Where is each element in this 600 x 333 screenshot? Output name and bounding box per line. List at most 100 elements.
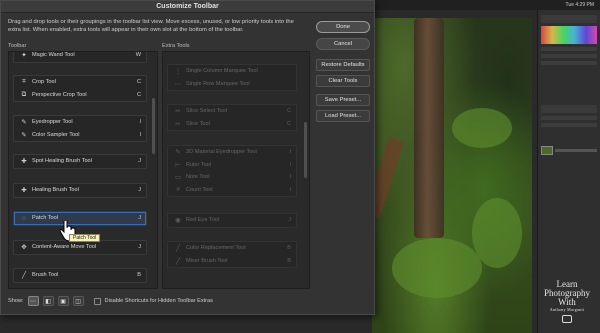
tool-name: Color Sampler Tool (32, 131, 80, 138)
note-icon: ▭ (174, 174, 182, 182)
tool-name: Color Replacement Tool (186, 245, 246, 252)
layers-tab[interactable] (541, 105, 597, 113)
tool-group[interactable]: ✂ Slice Select Tool C ✂ Slice Tool C (167, 104, 297, 131)
tool-group[interactable]: ╱ Brush Tool B (13, 268, 147, 283)
panel-row (541, 47, 597, 51)
save-preset-button[interactable]: Save Preset... (316, 94, 370, 106)
tool-row[interactable]: ✚ Healing Brush Tool J (14, 184, 146, 197)
menu-bar-clock: Tue 4:29 PM (565, 2, 594, 8)
extra-tools-column-label: Extra Tools (162, 43, 190, 49)
toolbar-list-scrollbar[interactable] (152, 98, 155, 154)
tool-shortcut: I (139, 131, 141, 138)
dialog-description: Drag and drop tools or their groupings i… (8, 19, 294, 33)
tool-row[interactable]: ⊢ Ruler Tool I (168, 159, 296, 172)
tool-name: Ruler Tool (186, 161, 212, 168)
tool-row[interactable]: ✎ Color Sampler Tool I (14, 129, 146, 142)
more-icon[interactable]: ⋯ (27, 296, 39, 306)
tool-shortcut: B (137, 272, 141, 279)
tool-row[interactable]: ✎ 3D Material Eyedropper Tool I (168, 146, 296, 159)
tool-row[interactable]: ✂ Slice Select Tool C (168, 105, 296, 118)
histogram-tab[interactable] (541, 15, 597, 23)
dialog-title: Customize Toolbar (156, 3, 219, 10)
tool-row[interactable]: ◌ Patch Tool J (14, 212, 146, 225)
load-preset-button[interactable]: Load Preset... (316, 110, 370, 122)
layer-row[interactable] (541, 145, 597, 155)
tool-group[interactable]: ✚ Spot Healing Brush Tool J (13, 154, 147, 169)
tool-name: Slice Tool (186, 120, 210, 127)
tool-group[interactable]: ✚ Healing Brush Tool J (13, 183, 147, 198)
histogram-graph (541, 26, 597, 44)
tool-shortcut: J (288, 217, 291, 224)
cancel-button[interactable]: Cancel (316, 38, 370, 50)
tool-row[interactable]: ⧉ Perspective Crop Tool C (14, 89, 146, 102)
tool-row[interactable]: ◉ Red Eye Tool J (168, 214, 296, 227)
tool-row[interactable]: ✦ Magic Wand Tool W (14, 52, 146, 62)
tool-row[interactable]: ╱ Mixer Brush Tool B (168, 255, 296, 268)
tool-name: Brush Tool (32, 272, 59, 279)
tool-shortcut: B (287, 245, 291, 252)
brush-icon: ╱ (22, 272, 26, 280)
tool-name: Mixer Brush Tool (186, 257, 228, 264)
tool-row[interactable]: ✥ Content-Aware Move Tool J (14, 241, 146, 254)
quick-mask-icon[interactable]: ◫ (72, 296, 84, 306)
watermark-line: With (558, 297, 576, 307)
tool-group[interactable]: ✎ Eyedropper Tool I ✎ Color Sampler Tool I (13, 115, 147, 142)
watermark-line: Anthony Morganti (549, 307, 585, 312)
tool-name: Magic Wand Tool (32, 52, 75, 59)
toolbar-column-label: Toolbar (8, 43, 27, 49)
tool-name: Crop Tool (32, 79, 56, 86)
panel-row (541, 61, 597, 65)
camera-icon (562, 315, 572, 323)
extra-tools-list[interactable]: ⋮ Single Column Marquee Tool ⋯ Single Row M… (162, 51, 310, 289)
3d-material-eyedropper-icon: ✎ (175, 149, 181, 157)
dialog-titlebar[interactable]: Customize Toolbar (1, 1, 374, 13)
slice-select-icon: ✂ (175, 108, 181, 116)
tool-row[interactable]: ⋮ Single Column Marquee Tool (168, 65, 296, 78)
screen-mode-icon[interactable]: ▣ (57, 296, 69, 306)
tool-group[interactable]: ✥ Content-Aware Move Tool J (13, 240, 147, 255)
tool-row[interactable]: ✚ Spot Healing Brush Tool J (14, 155, 146, 168)
tooltip: Patch Tool (69, 234, 101, 242)
tool-row[interactable]: # Count Tool I (168, 184, 296, 197)
single-row-marquee-icon: ⋯ (174, 80, 182, 88)
brush-settings-icon[interactable]: ◧ (42, 296, 54, 306)
tool-name: Healing Brush Tool (32, 187, 79, 194)
tool-row[interactable]: ⌗ Crop Tool C (14, 76, 146, 89)
clear-tools-button[interactable]: Clear Tools (316, 75, 370, 87)
toolbar-list[interactable]: ✦ Magic Wand Tool W ⌗ Crop Tool C ⧉ Perspective… (8, 51, 158, 289)
red-eye-icon: ◉ (175, 217, 181, 225)
disable-shortcuts-checkbox[interactable] (93, 297, 101, 305)
tool-shortcut: J (138, 215, 141, 222)
tool-name: Count Tool (186, 186, 213, 193)
tool-shortcut: J (138, 158, 141, 165)
extra-list-scrollbar[interactable] (304, 122, 307, 178)
tool-group[interactable]: ╱ Color Replacement Tool B ╱ Mixer Brush Too… (167, 241, 297, 268)
tool-group[interactable]: ⌗ Crop Tool C ⧉ Perspective Crop Tool C (13, 75, 147, 102)
tool-name: 3D Material Eyedropper Tool (186, 149, 257, 156)
tool-name: Patch Tool (32, 215, 59, 222)
tool-group[interactable]: ◌ Patch Tool J (13, 211, 147, 226)
tool-row[interactable]: ╱ Color Replacement Tool B (168, 242, 296, 255)
tool-name: Single Column Marquee Tool (186, 68, 258, 75)
panel-row (541, 54, 597, 58)
color-replacement-icon: ╱ (176, 245, 180, 253)
tool-shortcut: B (287, 257, 291, 264)
tool-row[interactable]: ▭ Note Tool I (168, 171, 296, 184)
tool-group[interactable]: ⋮ Single Column Marquee Tool ⋯ Single Row M… (167, 64, 297, 91)
tool-row[interactable]: ✂ Slice Tool C (168, 118, 296, 131)
tool-row[interactable]: ⋯ Single Row Marquee Tool (168, 78, 296, 91)
tool-group[interactable]: ✦ Magic Wand Tool W (13, 52, 147, 63)
tool-name: Perspective Crop Tool (32, 91, 87, 98)
spot-healing-brush-icon: ✚ (21, 158, 27, 166)
restore-defaults-button[interactable]: Restore Defaults (316, 59, 370, 71)
tool-shortcut: W (135, 52, 141, 59)
tool-group[interactable]: ◉ Red Eye Tool J (167, 213, 297, 228)
tool-group[interactable]: ✎ 3D Material Eyedropper Tool I ⊢ Ruler Tool… (167, 145, 297, 197)
tool-shortcut: I (289, 174, 291, 181)
done-button[interactable]: Done (316, 21, 370, 33)
tool-row[interactable]: ✎ Eyedropper Tool I (14, 116, 146, 129)
foliage-shape (392, 238, 482, 298)
tool-shortcut: C (286, 108, 291, 115)
tool-row[interactable]: ╱ Brush Tool B (14, 269, 146, 282)
panel-row (541, 123, 597, 127)
